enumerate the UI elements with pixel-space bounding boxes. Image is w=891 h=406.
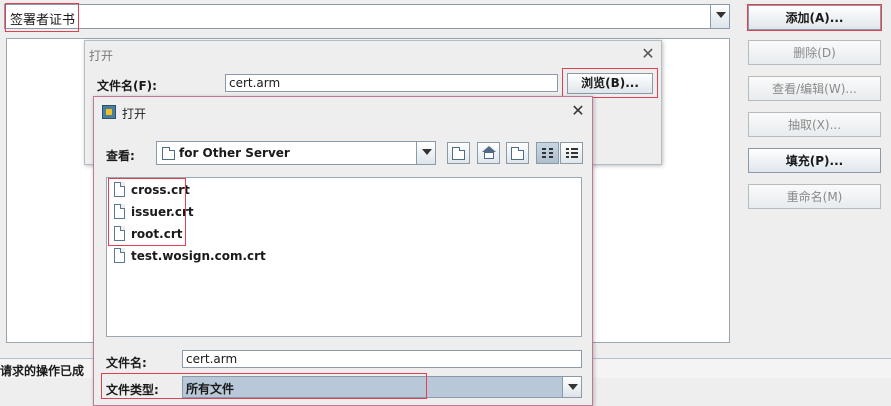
status-text: 请求的操作已成: [0, 364, 85, 378]
look-in-combo[interactable]: for Other Server: [156, 141, 436, 165]
chevron-down-icon[interactable]: [710, 5, 729, 28]
cert-type-highlight: [5, 3, 79, 32]
up-folder-icon: [452, 147, 465, 160]
look-in-value: for Other Server: [179, 146, 290, 160]
open-dialog-title: 打开: [89, 49, 114, 63]
java-app-icon: [102, 105, 116, 119]
view-edit-button[interactable]: 查看/编辑(W)...: [748, 76, 881, 101]
add-button[interactable]: 添加(A)...: [747, 4, 882, 31]
filename-input[interactable]: cert.arm: [225, 74, 558, 92]
extract-button[interactable]: 抽取(X)...: [748, 112, 881, 137]
delete-button[interactable]: 删除(D): [748, 40, 881, 65]
file-icon: [114, 248, 125, 263]
browse-highlight: [562, 68, 658, 98]
fill-button[interactable]: 填充(P)...: [748, 148, 881, 173]
chooser-filename-input[interactable]: cert.arm: [182, 350, 582, 368]
look-in-label: 查看:: [106, 149, 135, 163]
close-icon[interactable]: ✕: [639, 46, 657, 64]
home-button[interactable]: [477, 142, 500, 164]
cert-type-combo[interactable]: 签署者证书: [4, 4, 730, 29]
list-view-icon: [542, 148, 554, 159]
rename-button[interactable]: 重命名(M): [748, 184, 881, 209]
file-chooser-title: 打开: [122, 107, 147, 121]
chevron-down-icon[interactable]: [416, 142, 435, 164]
filename-label: 文件名(F):: [97, 79, 157, 93]
new-folder-icon: [511, 147, 524, 160]
close-icon[interactable]: ✕: [569, 103, 587, 121]
new-folder-button[interactable]: [506, 142, 529, 164]
file-chooser-dialog: 打开 ✕ 查看: for Other Server cross.crt issu…: [93, 96, 593, 406]
chooser-filename-label: 文件名:: [106, 356, 147, 370]
file-list[interactable]: cross.crt issuer.crt root.crt test.wosig…: [106, 177, 582, 337]
details-view-button[interactable]: [560, 142, 583, 164]
list-view-button[interactable]: [536, 142, 559, 164]
filetype-highlight: [101, 373, 427, 399]
folder-icon: [162, 147, 175, 160]
chevron-down-icon[interactable]: [562, 377, 581, 397]
up-folder-button[interactable]: [447, 142, 470, 164]
details-view-icon: [566, 148, 578, 159]
crt-files-highlight: [108, 178, 186, 246]
list-item[interactable]: test.wosign.com.crt: [111, 246, 266, 266]
file-name: test.wosign.com.crt: [131, 249, 266, 263]
